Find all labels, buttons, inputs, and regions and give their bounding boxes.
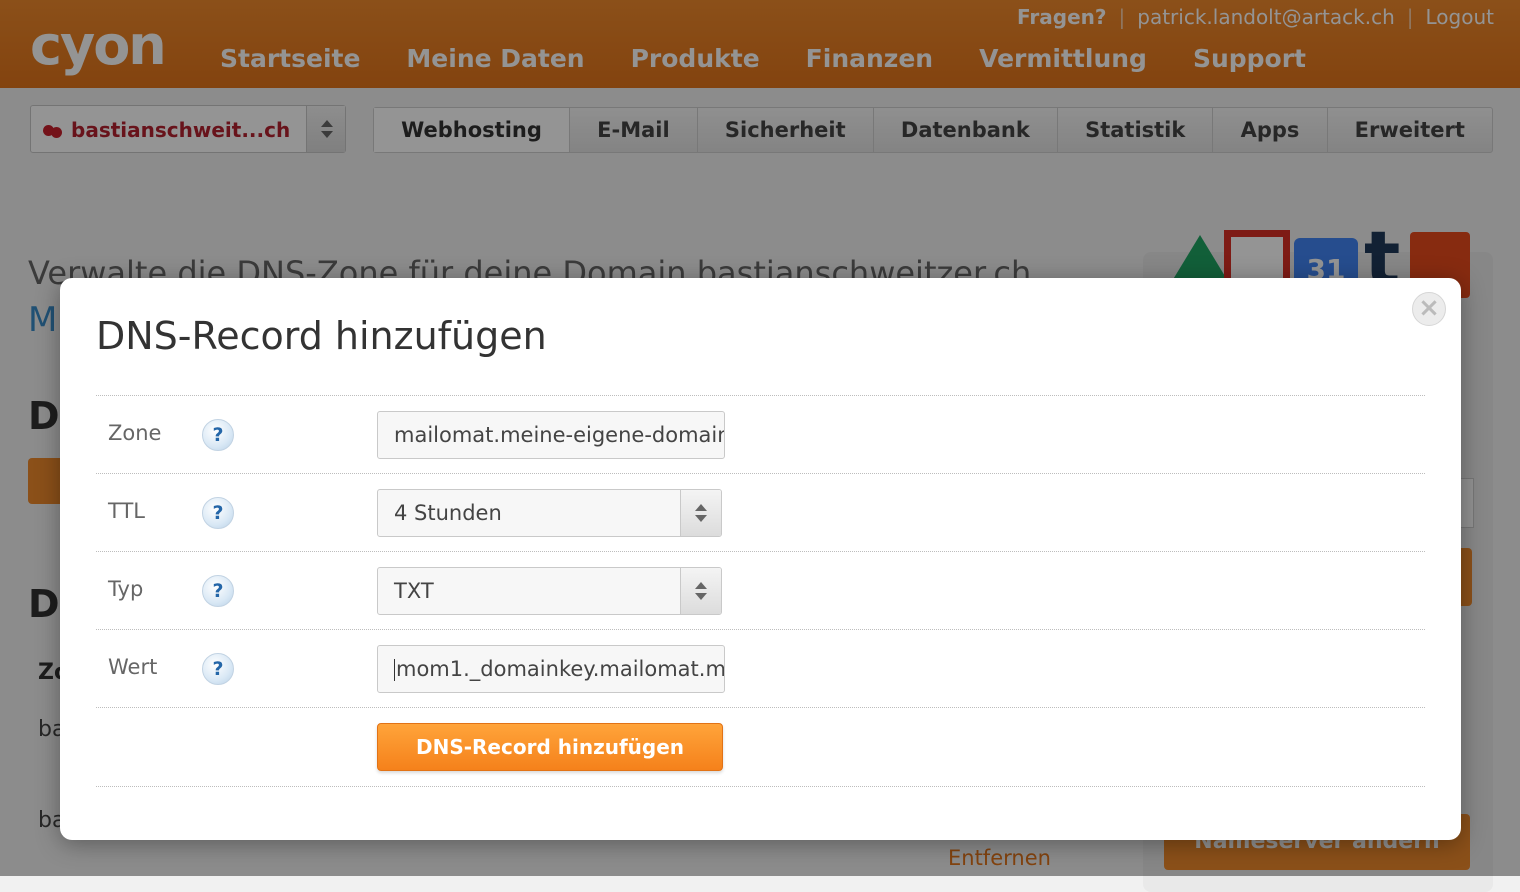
dialog-title: DNS-Record hinzufügen: [96, 314, 547, 358]
form-row-zone: Zone ? mailomat.meine-eigene-domain.: [96, 395, 1425, 474]
help-icon[interactable]: ?: [202, 419, 234, 451]
help-icon[interactable]: ?: [202, 653, 234, 685]
zone-label: Zone: [108, 421, 162, 445]
form-row-ttl: TTL ? 4 Stunden: [96, 473, 1425, 552]
close-icon[interactable]: ×: [1412, 292, 1446, 326]
value-input[interactable]: mom1._domainkey.mailomat.me: [377, 645, 725, 693]
value-input-text: mom1._domainkey.mailomat.me: [396, 657, 725, 681]
ttl-select[interactable]: 4 Stunden: [377, 489, 722, 537]
type-select[interactable]: TXT: [377, 567, 722, 615]
ttl-select-value: 4 Stunden: [394, 501, 502, 525]
add-dns-record-button[interactable]: DNS-Record hinzufügen: [377, 723, 723, 771]
ttl-label: TTL: [108, 499, 145, 523]
divider: [96, 786, 1425, 787]
value-label: Wert: [108, 655, 158, 679]
type-select-value: TXT: [394, 579, 434, 603]
add-dns-record-dialog: DNS-Record hinzufügen × Zone ? mailomat.…: [60, 278, 1461, 840]
form-row-value: Wert ? mom1._domainkey.mailomat.me: [96, 629, 1425, 708]
help-icon[interactable]: ?: [202, 575, 234, 607]
type-label: Typ: [108, 577, 144, 601]
help-icon[interactable]: ?: [202, 497, 234, 529]
form-row-submit: DNS-Record hinzufügen: [96, 707, 1425, 786]
updown-arrows-icon[interactable]: [680, 490, 721, 536]
form-row-type: Typ ? TXT: [96, 551, 1425, 630]
updown-arrows-icon[interactable]: [680, 568, 721, 614]
zone-input[interactable]: mailomat.meine-eigene-domain.: [377, 411, 725, 459]
text-cursor: [394, 659, 395, 681]
